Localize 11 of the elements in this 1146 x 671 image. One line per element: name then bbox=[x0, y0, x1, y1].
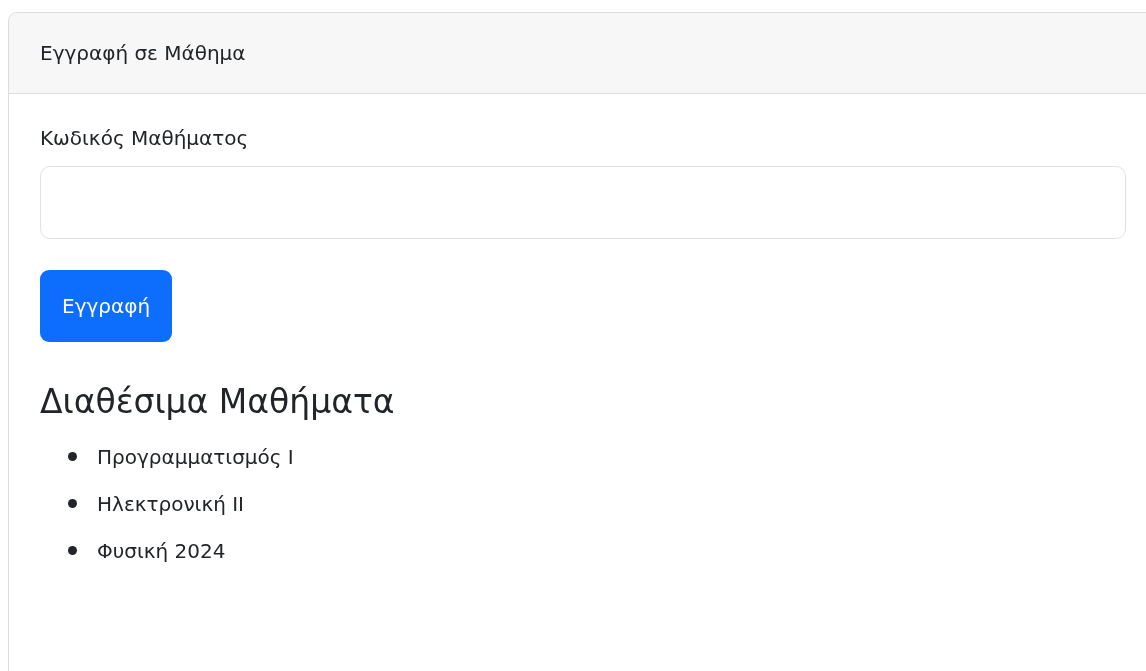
bullet-icon bbox=[68, 452, 77, 461]
submit-button[interactable]: Εγγραφή bbox=[40, 270, 173, 342]
field-label: Κωδικός Μαθήματος bbox=[40, 126, 250, 150]
course-item: Φυσική 2024 bbox=[97, 538, 226, 563]
input-field[interactable] bbox=[40, 166, 1126, 239]
card-header: Εγγραφή σε Μάθημα bbox=[9, 13, 1146, 94]
bullet-icon bbox=[68, 499, 77, 508]
section-title: Διαθέσιμα Μαθήματα bbox=[40, 382, 396, 421]
course-item: Ηλεκτρονική ΙΙ bbox=[97, 491, 244, 516]
course-item: Προγραμματισμός Ι bbox=[97, 444, 294, 469]
bullet-icon bbox=[68, 546, 77, 555]
